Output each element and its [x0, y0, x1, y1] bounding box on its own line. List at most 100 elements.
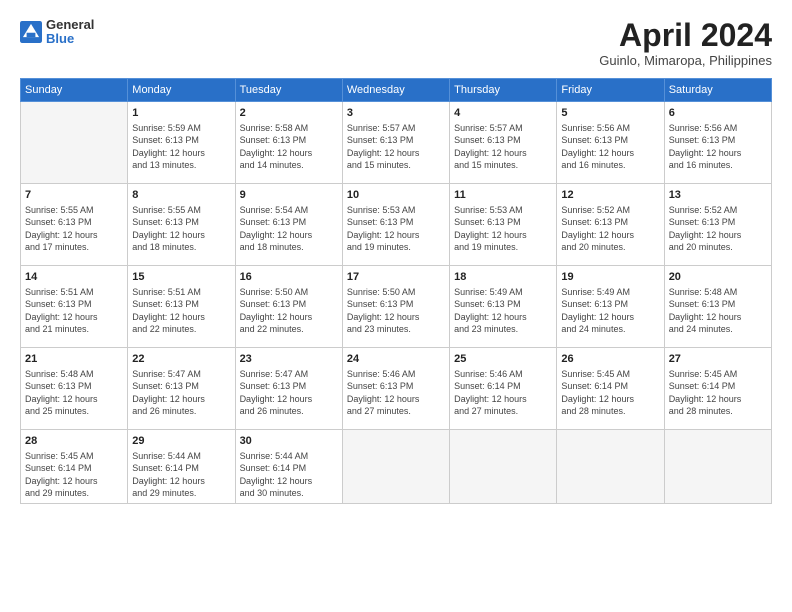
- day-number: 18: [454, 270, 552, 285]
- day-number: 19: [561, 270, 659, 285]
- logo: General Blue: [20, 18, 94, 47]
- weekday-header-wednesday: Wednesday: [342, 79, 449, 102]
- logo-text: General Blue: [46, 18, 94, 47]
- day-info: Sunrise: 5:45 AM Sunset: 6:14 PM Dayligh…: [669, 368, 767, 418]
- table-row: 4Sunrise: 5:57 AM Sunset: 6:13 PM Daylig…: [450, 102, 557, 184]
- table-row: 17Sunrise: 5:50 AM Sunset: 6:13 PM Dayli…: [342, 266, 449, 348]
- day-number: 25: [454, 352, 552, 367]
- table-row: [21, 102, 128, 184]
- day-number: 1: [132, 106, 230, 121]
- table-row: 7Sunrise: 5:55 AM Sunset: 6:13 PM Daylig…: [21, 184, 128, 266]
- table-row: 26Sunrise: 5:45 AM Sunset: 6:14 PM Dayli…: [557, 348, 664, 430]
- day-number: 16: [240, 270, 338, 285]
- day-number: 23: [240, 352, 338, 367]
- weekday-header-friday: Friday: [557, 79, 664, 102]
- day-number: 24: [347, 352, 445, 367]
- day-info: Sunrise: 5:56 AM Sunset: 6:13 PM Dayligh…: [561, 122, 659, 172]
- table-row: 8Sunrise: 5:55 AM Sunset: 6:13 PM Daylig…: [128, 184, 235, 266]
- table-row: [342, 430, 449, 503]
- table-row: 30Sunrise: 5:44 AM Sunset: 6:14 PM Dayli…: [235, 430, 342, 503]
- day-info: Sunrise: 5:52 AM Sunset: 6:13 PM Dayligh…: [561, 204, 659, 254]
- day-info: Sunrise: 5:49 AM Sunset: 6:13 PM Dayligh…: [454, 286, 552, 336]
- day-info: Sunrise: 5:51 AM Sunset: 6:13 PM Dayligh…: [132, 286, 230, 336]
- title-month: April 2024: [599, 18, 772, 53]
- day-number: 27: [669, 352, 767, 367]
- day-number: 15: [132, 270, 230, 285]
- table-row: 15Sunrise: 5:51 AM Sunset: 6:13 PM Dayli…: [128, 266, 235, 348]
- day-number: 20: [669, 270, 767, 285]
- table-row: 25Sunrise: 5:46 AM Sunset: 6:14 PM Dayli…: [450, 348, 557, 430]
- table-row: 14Sunrise: 5:51 AM Sunset: 6:13 PM Dayli…: [21, 266, 128, 348]
- weekday-header-sunday: Sunday: [21, 79, 128, 102]
- day-number: 30: [240, 434, 338, 449]
- day-number: 7: [25, 188, 123, 203]
- day-number: 5: [561, 106, 659, 121]
- table-row: 13Sunrise: 5:52 AM Sunset: 6:13 PM Dayli…: [664, 184, 771, 266]
- table-row: 27Sunrise: 5:45 AM Sunset: 6:14 PM Dayli…: [664, 348, 771, 430]
- day-info: Sunrise: 5:53 AM Sunset: 6:13 PM Dayligh…: [347, 204, 445, 254]
- table-row: 10Sunrise: 5:53 AM Sunset: 6:13 PM Dayli…: [342, 184, 449, 266]
- logo-blue: Blue: [46, 32, 94, 46]
- weekday-header-monday: Monday: [128, 79, 235, 102]
- day-number: 13: [669, 188, 767, 203]
- week-row-1: 1Sunrise: 5:59 AM Sunset: 6:13 PM Daylig…: [21, 102, 772, 184]
- table-row: 1Sunrise: 5:59 AM Sunset: 6:13 PM Daylig…: [128, 102, 235, 184]
- day-number: 4: [454, 106, 552, 121]
- day-info: Sunrise: 5:59 AM Sunset: 6:13 PM Dayligh…: [132, 122, 230, 172]
- table-row: 6Sunrise: 5:56 AM Sunset: 6:13 PM Daylig…: [664, 102, 771, 184]
- logo-icon: [20, 21, 42, 43]
- table-row: 12Sunrise: 5:52 AM Sunset: 6:13 PM Dayli…: [557, 184, 664, 266]
- table-row: 29Sunrise: 5:44 AM Sunset: 6:14 PM Dayli…: [128, 430, 235, 503]
- day-number: 28: [25, 434, 123, 449]
- page: General Blue April 2024 Guinlo, Mimaropa…: [0, 0, 792, 612]
- table-row: 5Sunrise: 5:56 AM Sunset: 6:13 PM Daylig…: [557, 102, 664, 184]
- day-number: 21: [25, 352, 123, 367]
- day-info: Sunrise: 5:55 AM Sunset: 6:13 PM Dayligh…: [25, 204, 123, 254]
- table-row: 23Sunrise: 5:47 AM Sunset: 6:13 PM Dayli…: [235, 348, 342, 430]
- day-info: Sunrise: 5:47 AM Sunset: 6:13 PM Dayligh…: [240, 368, 338, 418]
- day-number: 2: [240, 106, 338, 121]
- day-info: Sunrise: 5:57 AM Sunset: 6:13 PM Dayligh…: [347, 122, 445, 172]
- table-row: 9Sunrise: 5:54 AM Sunset: 6:13 PM Daylig…: [235, 184, 342, 266]
- day-number: 12: [561, 188, 659, 203]
- day-info: Sunrise: 5:49 AM Sunset: 6:13 PM Dayligh…: [561, 286, 659, 336]
- table-row: 21Sunrise: 5:48 AM Sunset: 6:13 PM Dayli…: [21, 348, 128, 430]
- table-row: 20Sunrise: 5:48 AM Sunset: 6:13 PM Dayli…: [664, 266, 771, 348]
- day-number: 29: [132, 434, 230, 449]
- day-number: 26: [561, 352, 659, 367]
- day-number: 14: [25, 270, 123, 285]
- day-number: 3: [347, 106, 445, 121]
- weekday-header-row: SundayMondayTuesdayWednesdayThursdayFrid…: [21, 79, 772, 102]
- day-info: Sunrise: 5:54 AM Sunset: 6:13 PM Dayligh…: [240, 204, 338, 254]
- day-number: 22: [132, 352, 230, 367]
- day-info: Sunrise: 5:44 AM Sunset: 6:14 PM Dayligh…: [132, 450, 230, 500]
- day-info: Sunrise: 5:45 AM Sunset: 6:14 PM Dayligh…: [561, 368, 659, 418]
- day-info: Sunrise: 5:46 AM Sunset: 6:14 PM Dayligh…: [454, 368, 552, 418]
- table-row: 3Sunrise: 5:57 AM Sunset: 6:13 PM Daylig…: [342, 102, 449, 184]
- table-row: 19Sunrise: 5:49 AM Sunset: 6:13 PM Dayli…: [557, 266, 664, 348]
- day-info: Sunrise: 5:53 AM Sunset: 6:13 PM Dayligh…: [454, 204, 552, 254]
- day-number: 6: [669, 106, 767, 121]
- day-info: Sunrise: 5:45 AM Sunset: 6:14 PM Dayligh…: [25, 450, 123, 500]
- table-row: 11Sunrise: 5:53 AM Sunset: 6:13 PM Dayli…: [450, 184, 557, 266]
- day-number: 9: [240, 188, 338, 203]
- week-row-4: 21Sunrise: 5:48 AM Sunset: 6:13 PM Dayli…: [21, 348, 772, 430]
- table-row: 28Sunrise: 5:45 AM Sunset: 6:14 PM Dayli…: [21, 430, 128, 503]
- day-info: Sunrise: 5:55 AM Sunset: 6:13 PM Dayligh…: [132, 204, 230, 254]
- table-row: [557, 430, 664, 503]
- day-info: Sunrise: 5:56 AM Sunset: 6:13 PM Dayligh…: [669, 122, 767, 172]
- day-info: Sunrise: 5:48 AM Sunset: 6:13 PM Dayligh…: [669, 286, 767, 336]
- table-row: 24Sunrise: 5:46 AM Sunset: 6:13 PM Dayli…: [342, 348, 449, 430]
- logo-general: General: [46, 18, 94, 32]
- title-block: April 2024 Guinlo, Mimaropa, Philippines: [599, 18, 772, 68]
- day-number: 8: [132, 188, 230, 203]
- table-row: 2Sunrise: 5:58 AM Sunset: 6:13 PM Daylig…: [235, 102, 342, 184]
- week-row-3: 14Sunrise: 5:51 AM Sunset: 6:13 PM Dayli…: [21, 266, 772, 348]
- day-info: Sunrise: 5:48 AM Sunset: 6:13 PM Dayligh…: [25, 368, 123, 418]
- day-info: Sunrise: 5:51 AM Sunset: 6:13 PM Dayligh…: [25, 286, 123, 336]
- weekday-header-thursday: Thursday: [450, 79, 557, 102]
- table-row: [664, 430, 771, 503]
- day-info: Sunrise: 5:50 AM Sunset: 6:13 PM Dayligh…: [347, 286, 445, 336]
- weekday-header-saturday: Saturday: [664, 79, 771, 102]
- title-location: Guinlo, Mimaropa, Philippines: [599, 53, 772, 68]
